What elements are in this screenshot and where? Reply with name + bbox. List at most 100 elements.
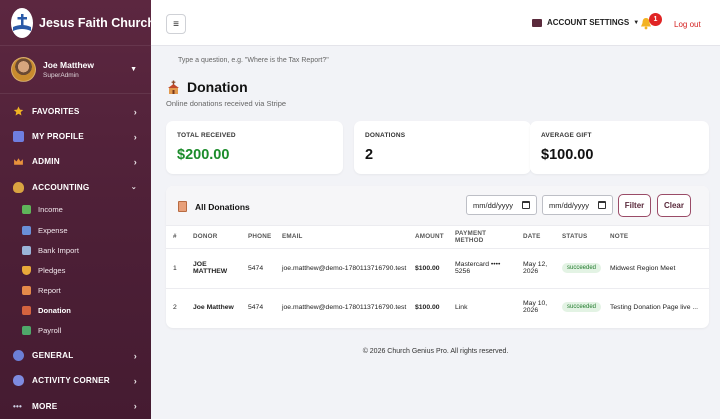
user-name: Joe Matthew xyxy=(43,60,95,70)
stat-label: DONATIONS xyxy=(365,132,406,139)
footer: © 2026 Church Genius Pro. All rights res… xyxy=(362,348,509,355)
stat-card-total-received: TOTAL RECEIVED $200.00 xyxy=(166,121,343,174)
sidebar-item-pledges[interactable]: Pledges xyxy=(0,260,151,280)
cell-email: joe.matthew@demo-1780113716790.test xyxy=(282,303,407,311)
sidebar-nav-bottom: GENERAL › ACTIVITY CORNER › ••• MORE › xyxy=(0,341,151,419)
chevron-down-icon: ⌄ xyxy=(130,184,137,192)
date-to-value: mm/dd/yyyy xyxy=(549,200,590,210)
status-badge: succeeded xyxy=(562,263,602,273)
profile-icon xyxy=(13,131,24,143)
stat-value: $100.00 xyxy=(541,147,594,163)
search-input[interactable]: Type a question, e.g. "Where is the Tax … xyxy=(178,57,329,64)
status-badge: succeeded xyxy=(562,302,602,313)
more-icon: ••• xyxy=(13,401,23,411)
chevron-right-icon: › xyxy=(133,401,137,412)
sidebar-item-payroll[interactable]: Payroll xyxy=(0,321,151,341)
cell-phone: 5474 xyxy=(248,303,264,311)
table-row[interactable]: 1 JOE MATTHEW 5474 joe.matthew@demo-1780… xyxy=(166,248,709,289)
stat-value: 2 xyxy=(365,147,374,163)
sidebar-item-label: MORE xyxy=(32,401,58,411)
sidebar-item-activity-corner[interactable]: ACTIVITY CORNER › xyxy=(0,368,151,393)
shield-icon xyxy=(22,265,31,275)
cell-email: joe.matthew@demo-1780113716790.test xyxy=(275,248,408,289)
logout-link[interactable]: Log out xyxy=(674,20,701,29)
church-icon xyxy=(22,306,31,316)
chevron-right-icon: › xyxy=(133,375,137,386)
sidebar-item-label: Payroll xyxy=(38,326,62,336)
sidebar-item-my-profile[interactable]: MY PROFILE › xyxy=(0,124,151,149)
sidebar-item-favorites[interactable]: FAVORITES › xyxy=(0,99,151,124)
cell-amount: $100.00 xyxy=(408,248,448,289)
chevron-right-icon: › xyxy=(133,350,137,361)
stat-label: AVERAGE GIFT xyxy=(541,132,592,139)
panel-title: All Donations xyxy=(195,202,250,212)
activity-icon xyxy=(13,375,24,387)
sidebar-item-label: Pledges xyxy=(38,265,66,275)
user-profile[interactable]: Joe Matthew SuperAdmin ▼ xyxy=(0,46,151,94)
church-logo-icon xyxy=(11,7,33,38)
star-icon xyxy=(13,106,24,117)
account-settings-dropdown[interactable]: ACCOUNT SETTINGS ▼ xyxy=(532,18,639,27)
stat-label: TOTAL RECEIVED xyxy=(177,132,236,139)
sidebar-item-income[interactable]: Income xyxy=(0,200,151,220)
topbar: ≡ ACCOUNT SETTINGS ▼ 1 Log out xyxy=(151,0,720,46)
cell-num: 2 xyxy=(173,303,177,311)
sidebar-item-donation[interactable]: Donation xyxy=(0,301,151,321)
sidebar-item-more[interactable]: ••• MORE › xyxy=(0,393,151,418)
cell-donor: JOE MATTHEW xyxy=(186,248,241,289)
chevron-right-icon: › xyxy=(133,106,137,117)
sidebar-item-report[interactable]: Report xyxy=(0,281,151,301)
sidebar-item-label: Report xyxy=(38,286,61,296)
cell-date: May 10, 2026 xyxy=(523,300,548,315)
report-icon xyxy=(22,286,31,296)
chevron-right-icon: › xyxy=(133,131,137,142)
stat-card-average-gift: AVERAGE GIFT $100.00 xyxy=(530,121,709,174)
caret-down-icon[interactable]: ▼ xyxy=(130,66,137,73)
sidebar-item-label: GENERAL xyxy=(32,351,74,361)
calendar-icon[interactable] xyxy=(522,201,530,209)
brand[interactable]: Jesus Faith Church xyxy=(0,0,155,46)
globe-icon xyxy=(13,350,24,362)
column-header: PHONE xyxy=(241,226,275,249)
sidebar-item-label: Income xyxy=(38,205,63,215)
brand-name: Jesus Faith Church xyxy=(39,15,155,30)
church-icon xyxy=(166,80,181,95)
calendar-icon[interactable] xyxy=(598,201,606,209)
date-from-value: mm/dd/yyyy xyxy=(473,200,514,210)
page-subtitle: Online donations received via Stripe xyxy=(166,99,287,108)
app: Jesus Faith Church Joe Matthew SuperAdmi… xyxy=(0,0,720,419)
donations-panel: All Donations mm/dd/yyyy mm/dd/yyyy Filt… xyxy=(166,186,709,328)
sidebar-item-bank-import[interactable]: Bank Import xyxy=(0,240,151,260)
cell-status: succeeded xyxy=(555,288,603,326)
card-icon xyxy=(22,225,31,235)
crown-icon xyxy=(13,156,24,167)
sidebar-item-label: MY PROFILE xyxy=(32,132,84,142)
column-header: # xyxy=(166,226,186,249)
sidebar-item-label: FAVORITES xyxy=(32,107,80,117)
column-header: STATUS xyxy=(555,226,603,249)
column-header: DATE xyxy=(516,226,555,249)
filter-button[interactable]: Filter xyxy=(618,194,651,217)
sidebar-item-expense[interactable]: Expense xyxy=(0,220,151,240)
clipboard-icon xyxy=(178,201,187,212)
date-from-input[interactable]: mm/dd/yyyy xyxy=(466,195,537,215)
clear-button[interactable]: Clear xyxy=(657,194,691,217)
date-to-input[interactable]: mm/dd/yyyy xyxy=(542,195,613,215)
sidebar-item-label: ADMIN xyxy=(32,157,60,167)
sidebar-item-label: ACCOUNTING xyxy=(32,182,90,192)
sidebar-item-admin[interactable]: ADMIN › xyxy=(0,149,151,174)
cell-date: May 12, 2026 xyxy=(516,248,555,289)
cell-note: Midwest Region Meet xyxy=(603,248,709,289)
table-row[interactable]: 2 Joe Matthew 5474 joe.matthew@demo-1780… xyxy=(166,288,709,326)
sidebar-item-general[interactable]: GENERAL › xyxy=(0,343,151,368)
panel-header: All Donations mm/dd/yyyy mm/dd/yyyy Filt… xyxy=(166,186,709,226)
money-icon xyxy=(22,205,31,215)
caret-down-icon: ▼ xyxy=(633,19,640,26)
sidebar: Jesus Faith Church Joe Matthew SuperAdmi… xyxy=(0,0,155,419)
account-settings-label: ACCOUNT SETTINGS xyxy=(547,18,630,27)
accounting-submenu: Income Expense Bank Import Pledges Repor… xyxy=(0,200,151,341)
sidebar-item-accounting[interactable]: ACCOUNTING ⌄ xyxy=(0,175,151,200)
column-header: NOTE xyxy=(603,226,709,249)
cell-amount: $100.00 xyxy=(415,303,440,311)
menu-toggle-button[interactable]: ≡ xyxy=(166,14,186,34)
